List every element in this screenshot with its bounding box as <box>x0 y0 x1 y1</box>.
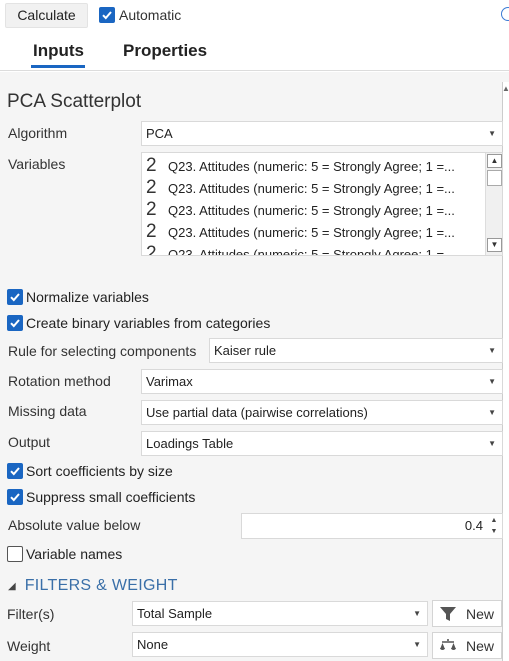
missing-data-label: Missing data <box>8 403 87 419</box>
checkbox-checked-icon <box>7 463 23 479</box>
chevron-down-icon: ▼ <box>413 609 421 618</box>
chevron-down-icon: ▼ <box>488 439 496 448</box>
weight-dropdown[interactable]: None ▼ <box>132 632 428 657</box>
suppress-coefficients-label: Suppress small coefficients <box>26 489 196 505</box>
scroll-down-icon[interactable]: ▼ <box>487 238 502 252</box>
numeric-variable-icon: 2 <box>146 221 157 242</box>
absolute-value: 0.4 <box>464 518 483 533</box>
rule-label: Rule for selecting components <box>8 343 197 359</box>
chevron-down-icon: ▼ <box>488 377 496 386</box>
tab-inputs[interactable]: Inputs <box>33 41 84 61</box>
rule-dropdown[interactable]: Kaiser rule ▼ <box>209 338 503 363</box>
new-filter-label: New <box>466 605 495 622</box>
list-item[interactable]: 2 Q23. Attitudes (numeric: 5 = Strongly … <box>146 243 455 256</box>
normalize-label: Normalize variables <box>26 289 149 305</box>
scroll-up-icon[interactable]: ▲ <box>487 154 502 168</box>
rule-value: Kaiser rule <box>214 343 277 358</box>
weight-value: None <box>137 637 169 652</box>
binary-variables-label: Create binary variables from categories <box>26 315 271 331</box>
automatic-checkbox[interactable]: Automatic <box>99 5 181 25</box>
list-item[interactable]: 2 Q23. Attitudes (numeric: 5 = Strongly … <box>146 221 455 243</box>
list-item[interactable]: 2 Q23. Attitudes (numeric: 5 = Strongly … <box>146 199 455 221</box>
variables-listbox[interactable]: 2 Q23. Attitudes (numeric: 5 = Strongly … <box>141 152 503 256</box>
numeric-variable-icon: 2 <box>146 243 157 256</box>
suppress-coefficients-checkbox[interactable]: Suppress small coefficients <box>7 489 195 505</box>
list-item[interactable]: 2 Q23. Attitudes (numeric: 5 = Strongly … <box>146 155 455 177</box>
checkbox-checked-icon <box>7 489 23 505</box>
checkbox-checked-icon <box>99 7 115 23</box>
sort-coefficients-checkbox[interactable]: Sort coefficients by size <box>7 463 173 479</box>
numeric-variable-icon: 2 <box>146 155 157 176</box>
variable-names-label: Variable names <box>26 546 123 562</box>
page-title: PCA Scatterplot <box>7 91 142 112</box>
weight-label: Weight <box>7 638 51 654</box>
output-dropdown[interactable]: Loadings Table ▼ <box>141 431 503 456</box>
normalize-checkbox[interactable]: Normalize variables <box>7 289 149 305</box>
scroll-thumb[interactable] <box>487 170 502 186</box>
automatic-label: Automatic <box>119 7 182 23</box>
binary-variables-checkbox[interactable]: Create binary variables from categories <box>7 315 270 331</box>
filter-dropdown[interactable]: Total Sample ▼ <box>132 601 428 626</box>
spin-up-icon[interactable]: ▲ <box>488 515 500 526</box>
missing-data-dropdown[interactable]: Use partial data (pairwise correlations)… <box>141 400 503 425</box>
chevron-down-icon: ▼ <box>488 346 496 355</box>
panel-scrollbar[interactable] <box>502 82 509 661</box>
absolute-value-label: Absolute value below <box>8 517 141 533</box>
scale-icon <box>440 638 456 650</box>
checkbox-checked-icon <box>7 315 23 331</box>
absolute-value-input[interactable]: 0.4 ▲ ▼ <box>241 513 503 539</box>
calculate-button[interactable]: Calculate <box>5 3 88 28</box>
missing-data-value: Use partial data (pairwise correlations) <box>146 405 368 420</box>
top-toolbar: Calculate Automatic <box>0 0 509 31</box>
new-filter-button[interactable]: New <box>432 600 502 627</box>
algorithm-value: PCA <box>146 126 173 141</box>
numeric-variable-icon: 2 <box>146 177 157 198</box>
chevron-down-icon: ▼ <box>413 640 421 649</box>
filter-value: Total Sample <box>137 606 213 621</box>
filters-weight-heading: FILTERS & WEIGHT <box>24 577 178 594</box>
algorithm-label: Algorithm <box>8 125 68 141</box>
output-label: Output <box>8 434 51 450</box>
chevron-down-icon: ▼ <box>488 129 496 138</box>
filter-funnel-icon <box>440 606 456 621</box>
numeric-variable-icon: 2 <box>146 199 157 220</box>
variables-label: Variables <box>8 156 66 172</box>
output-value: Loadings Table <box>146 436 234 451</box>
list-item[interactable]: 2 Q23. Attitudes (numeric: 5 = Strongly … <box>146 177 455 199</box>
rotation-dropdown[interactable]: Varimax ▼ <box>141 369 503 394</box>
sort-coefficients-label: Sort coefficients by size <box>26 463 173 479</box>
chevron-down-icon: ▼ <box>488 408 496 417</box>
collapse-triangle-icon: ◢ <box>8 580 16 592</box>
tab-bar: Inputs Properties <box>0 31 509 71</box>
variable-names-checkbox[interactable]: Variable names <box>7 546 122 562</box>
rotation-value: Varimax <box>146 374 193 389</box>
rotation-label: Rotation method <box>8 373 111 389</box>
checkbox-unchecked-icon <box>7 546 23 562</box>
new-weight-button[interactable]: New <box>432 632 502 659</box>
filter-label: Filter(s) <box>7 606 55 622</box>
variables-scrollbar[interactable]: ▲ ▼ <box>485 153 502 255</box>
tab-properties[interactable]: Properties <box>123 41 207 61</box>
status-circle-icon[interactable] <box>501 7 509 21</box>
algorithm-dropdown[interactable]: PCA ▼ <box>141 121 503 146</box>
active-tab-indicator <box>31 65 85 68</box>
scroll-up-icon[interactable]: ▲ <box>502 84 509 93</box>
new-weight-label: New <box>466 637 495 654</box>
filters-weight-section-header[interactable]: ◢ FILTERS & WEIGHT <box>8 577 178 595</box>
checkbox-checked-icon <box>7 289 23 305</box>
spin-down-icon[interactable]: ▼ <box>488 526 500 537</box>
